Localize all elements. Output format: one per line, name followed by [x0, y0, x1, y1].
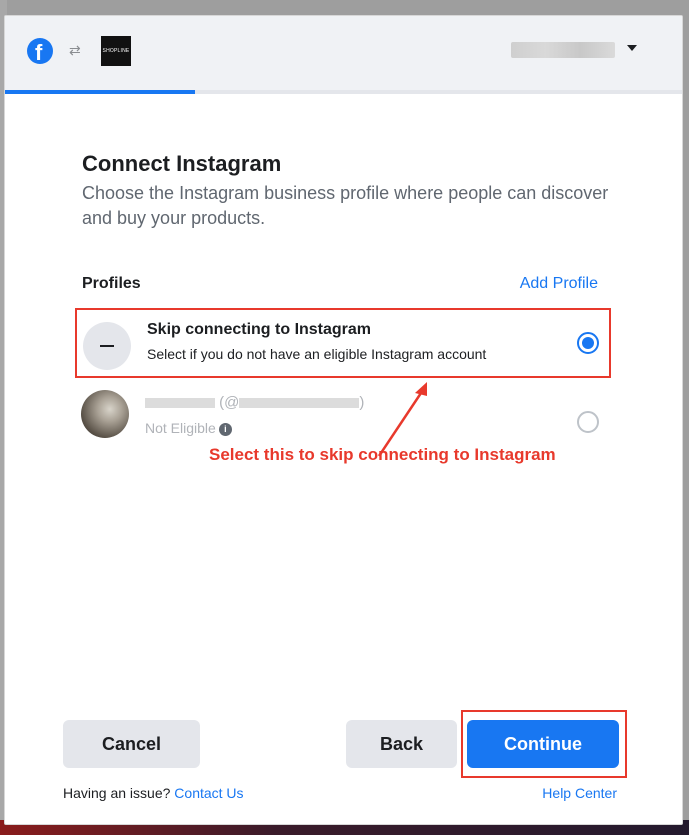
- contact-us-link[interactable]: Contact Us: [174, 785, 243, 801]
- redacted-name: [145, 398, 215, 409]
- page-subtitle: Choose the Instagram business profile wh…: [82, 183, 609, 228]
- profile-name: (@): [145, 394, 373, 411]
- annotation-text: Select this to skip connecting to Instag…: [209, 445, 556, 464]
- dash-icon: [83, 322, 131, 370]
- account-switcher[interactable]: [511, 42, 615, 58]
- shopline-logo: SHOPLINE: [101, 36, 131, 66]
- info-icon[interactable]: i: [218, 422, 232, 436]
- issue-text: Having an issue?: [63, 785, 171, 801]
- status-text: Not Eligible: [145, 420, 216, 436]
- cancel-button[interactable]: Cancel: [63, 720, 200, 768]
- progress-bar: [5, 90, 682, 94]
- radio-selected[interactable]: [577, 332, 599, 354]
- progress-fill: [5, 90, 195, 94]
- page-title: Connect Instagram: [82, 151, 282, 176]
- chevron-down-icon[interactable]: [627, 45, 637, 51]
- profile-handle-close: ): [359, 394, 365, 411]
- profile-option-title: Skip connecting to Instagram: [147, 321, 372, 338]
- issue-prompt: Having an issue? Contact Us: [63, 785, 244, 801]
- avatar: [81, 390, 129, 438]
- help-center-link[interactable]: Help Center: [542, 785, 617, 801]
- connect-dialog: f ⇄ SHOPLINE Connect Instagram Choose th…: [4, 15, 683, 825]
- back-button[interactable]: Back: [346, 720, 457, 768]
- continue-button[interactable]: Continue: [467, 720, 619, 768]
- profile-handle-open: (@: [219, 394, 240, 411]
- profile-option-skip[interactable]: Skip connecting to Instagram Select if y…: [75, 308, 611, 378]
- profile-option-subtitle: Select if you do not have an eligible In…: [147, 346, 487, 362]
- redacted-handle: [239, 398, 360, 409]
- eligibility-status: Not Eligible i: [145, 420, 232, 436]
- sync-icon: ⇄: [69, 42, 81, 58]
- radio-unselected[interactable]: [577, 411, 599, 433]
- facebook-icon: f: [27, 38, 53, 65]
- profiles-heading: Profiles: [82, 275, 141, 292]
- profile-option-instagram[interactable]: (@) Not Eligible i: [75, 378, 611, 448]
- add-profile-link[interactable]: Add Profile: [520, 275, 598, 293]
- top-bar: f ⇄ SHOPLINE: [5, 16, 682, 91]
